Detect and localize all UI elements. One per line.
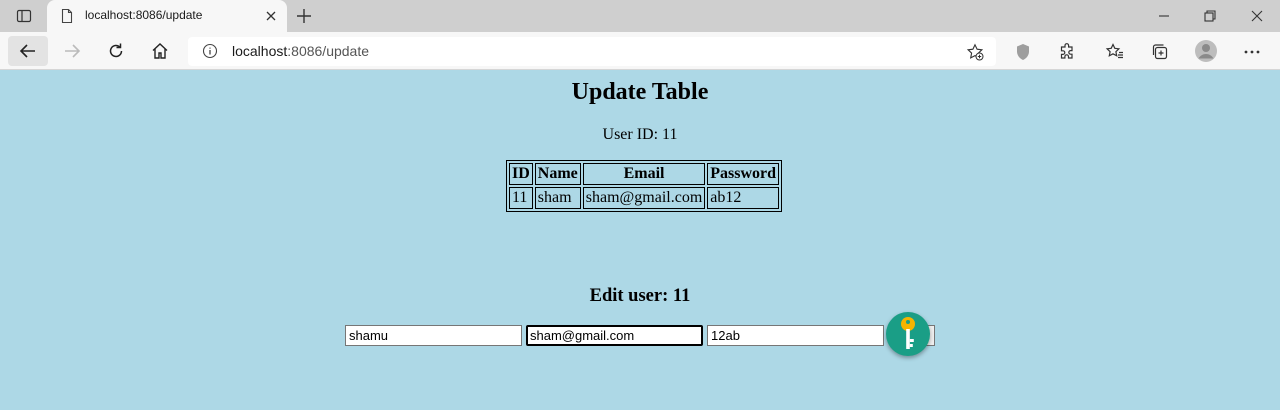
home-button[interactable] (140, 36, 180, 66)
add-favorite-icon[interactable] (966, 43, 984, 61)
address-bar[interactable]: localhost:8086/update (188, 37, 996, 66)
back-arrow-icon (19, 44, 35, 58)
url-host: localhost (232, 43, 288, 59)
profile-avatar-icon[interactable] (1194, 39, 1218, 63)
page-content: Update Table User ID: 11 ID Name Email P… (0, 71, 1280, 410)
name-input[interactable] (345, 325, 522, 346)
user-table: ID Name Email Password 11 sham sham@gmai… (506, 160, 783, 212)
collections-icon[interactable] (1150, 42, 1170, 62)
extensions-icon[interactable] (1057, 42, 1077, 62)
edit-user-heading: Edit user: 11 (589, 286, 691, 306)
column-header: Name (534, 163, 581, 185)
refresh-icon (109, 43, 123, 58)
restore-icon[interactable] (1200, 6, 1220, 26)
table-header-row: ID Name Email Password (509, 163, 780, 185)
page-title: Update Table (571, 79, 709, 105)
key-icon (901, 317, 915, 349)
tab-title: localhost:8086/update (85, 8, 203, 22)
close-window-icon[interactable] (1247, 6, 1267, 26)
shield-icon[interactable] (1013, 42, 1033, 62)
table-row: 11 sham sham@gmail.com ab12 (509, 187, 780, 209)
forward-button[interactable] (52, 36, 92, 66)
column-header: ID (509, 163, 533, 185)
minimize-icon[interactable] (1154, 6, 1174, 26)
page-icon (61, 8, 73, 24)
email-input[interactable] (526, 325, 703, 346)
browser-tab[interactable]: localhost:8086/update (47, 0, 287, 32)
refresh-button[interactable] (96, 36, 136, 66)
more-menu-icon[interactable] (1242, 42, 1262, 62)
forward-arrow-icon (65, 44, 81, 58)
table-cell: ab12 (707, 187, 780, 209)
browser-toolbar: localhost:8086/update (0, 32, 1280, 70)
password-input[interactable] (707, 325, 884, 346)
column-header: Email (582, 163, 706, 185)
browser-tab-strip: localhost:8086/update (0, 0, 1280, 32)
password-manager-key-button[interactable] (886, 312, 930, 356)
table-cell: sham (534, 187, 581, 209)
table-cell: sham@gmail.com (582, 187, 706, 209)
user-id-label: User ID: 11 (602, 126, 678, 143)
url-path: :8086/update (287, 43, 370, 59)
tab-actions-button[interactable] (8, 4, 40, 28)
table-cell: 11 (509, 187, 533, 209)
close-tab-icon[interactable] (263, 8, 279, 24)
new-tab-icon[interactable] (294, 6, 314, 26)
tab-actions-icon (16, 9, 32, 23)
back-button[interactable] (8, 36, 48, 66)
column-header: Password (707, 163, 780, 185)
home-icon (152, 43, 168, 59)
favorites-icon[interactable] (1105, 42, 1125, 62)
url-text: localhost:8086/update (232, 43, 369, 59)
site-info-icon[interactable] (202, 43, 218, 59)
